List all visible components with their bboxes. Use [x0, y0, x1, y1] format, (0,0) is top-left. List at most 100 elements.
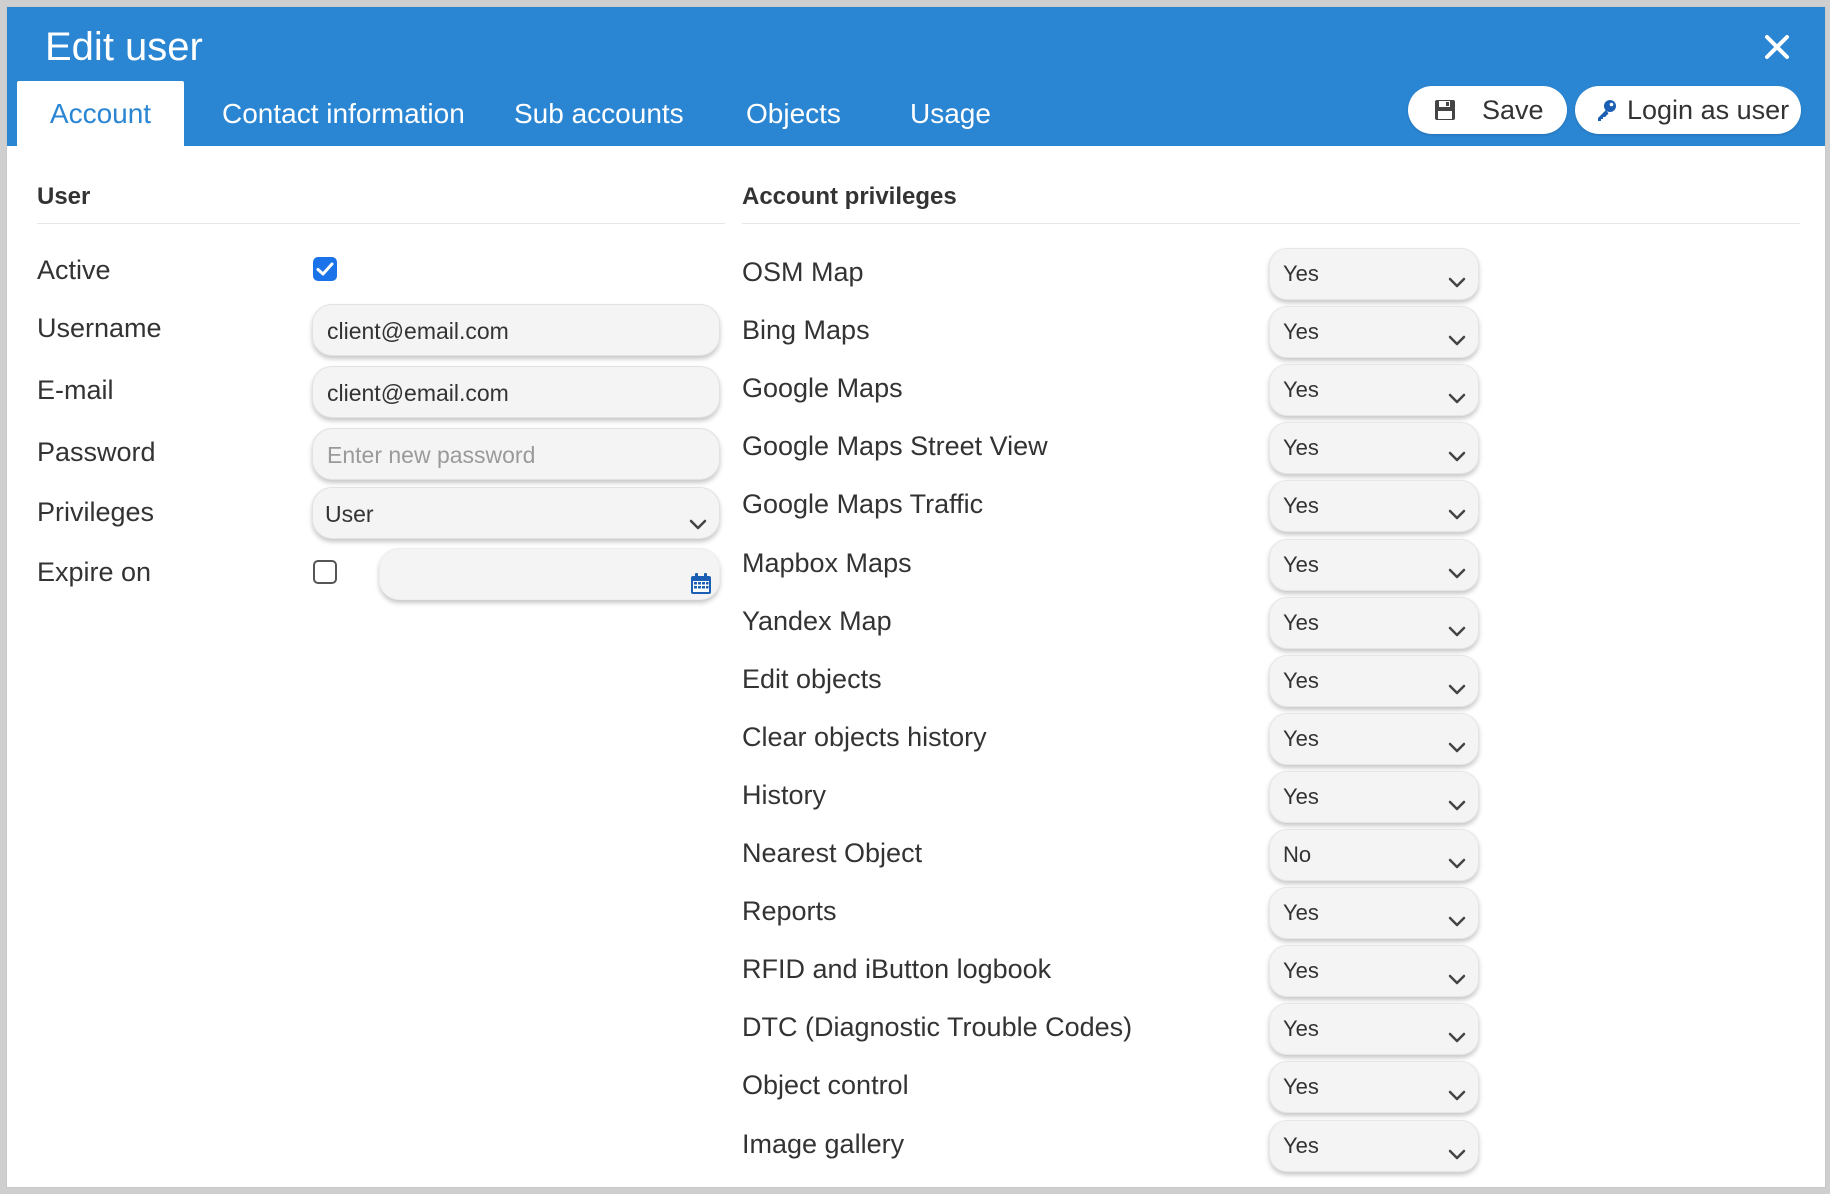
chevron-down-icon [1446, 669, 1468, 719]
privilege-select-google-maps[interactable]: Yes [1269, 364, 1479, 416]
username-input[interactable] [325, 317, 709, 346]
chevron-down-icon [687, 502, 709, 554]
privilege-label-history: History [742, 780, 827, 810]
account-privileges-title: Account privileges [742, 183, 957, 210]
privilege-label-image-gallery: Image gallery [742, 1129, 905, 1159]
chevron-down-icon [1446, 320, 1468, 370]
privilege-label-bing-maps: Bing Maps [742, 315, 870, 345]
privilege-select-edit-objects[interactable]: Yes [1269, 655, 1479, 707]
dialog-header: Edit user Account Contact information Su… [7, 7, 1825, 147]
privilege-select-value: Yes [1283, 435, 1319, 460]
tab-usage[interactable]: Usage [910, 81, 991, 147]
email-label: E-mail [37, 375, 114, 405]
privilege-label-google-maps-traffic: Google Maps Traffic [742, 489, 984, 519]
active-checkbox[interactable] [313, 257, 337, 281]
tab-objects[interactable]: Objects [746, 81, 841, 147]
tab-account[interactable]: Account [17, 81, 184, 147]
dialog-title: Edit user [45, 25, 203, 69]
email-field[interactable] [312, 366, 720, 418]
privilege-select-value: No [1283, 842, 1312, 867]
password-field[interactable] [312, 428, 720, 480]
privilege-label-object-control: Object control [742, 1070, 909, 1100]
login-as-user-button[interactable]: Login as user [1575, 86, 1801, 134]
privilege-select-rfid-and-ibutton-logbook[interactable]: Yes [1269, 945, 1479, 997]
privilege-select-google-maps-street-view[interactable]: Yes [1269, 422, 1479, 474]
privilege-select-dtc-diagnostic-trouble-codes[interactable]: Yes [1269, 1003, 1479, 1055]
privilege-select-value: Yes [1283, 726, 1319, 751]
calendar-icon[interactable] [689, 562, 713, 614]
privilege-select-value: Yes [1283, 493, 1319, 518]
privileges-label: Privileges [37, 497, 155, 527]
save-button[interactable]: Save [1408, 86, 1567, 134]
privilege-label-nearest-object: Nearest Object [742, 838, 923, 868]
privilege-select-bing-maps[interactable]: Yes [1269, 306, 1479, 358]
privilege-select-value: Yes [1283, 1074, 1319, 1099]
chevron-down-icon [1446, 553, 1468, 603]
user-section-divider [37, 223, 725, 224]
privilege-label-clear-objects-history: Clear objects history [742, 722, 987, 752]
user-section-title: User [37, 183, 91, 210]
privilege-select-value: Yes [1283, 1016, 1319, 1041]
expire-on-label: Expire on [37, 557, 152, 587]
privilege-select-value: Yes [1283, 900, 1319, 925]
tab-sub-accounts[interactable]: Sub accounts [514, 81, 684, 147]
privilege-select-osm-map[interactable]: Yes [1269, 248, 1479, 300]
privilege-select-value: Yes [1283, 552, 1319, 577]
active-label: Active [37, 255, 111, 285]
tab-contact-information[interactable]: Contact information [222, 81, 465, 147]
privilege-label-reports: Reports [742, 896, 837, 926]
chevron-down-icon [1446, 611, 1468, 661]
key-icon [1595, 98, 1619, 122]
username-field[interactable] [312, 304, 720, 356]
privilege-label-mapbox-maps: Mapbox Maps [742, 548, 912, 578]
chevron-down-icon [1446, 901, 1468, 951]
privilege-select-value: Yes [1283, 377, 1319, 402]
privilege-select-value: Yes [1283, 958, 1319, 983]
chevron-down-icon [1446, 1134, 1468, 1184]
privilege-label-dtc-diagnostic-trouble-codes: DTC (Diagnostic Trouble Codes) [742, 1012, 1133, 1042]
expire-on-checkbox[interactable] [313, 560, 337, 584]
chevron-down-icon [1446, 727, 1468, 777]
privilege-select-yandex-map[interactable]: Yes [1269, 597, 1479, 649]
chevron-down-icon [1446, 959, 1468, 1009]
privilege-select-value: Yes [1283, 784, 1319, 809]
privilege-label-google-maps-street-view: Google Maps Street View [742, 431, 1048, 461]
privilege-label-osm-map: OSM Map [742, 257, 864, 287]
email-input[interactable] [325, 379, 709, 408]
chevron-down-icon [1446, 378, 1468, 428]
chevron-down-icon [1446, 1017, 1468, 1067]
close-icon[interactable] [1757, 27, 1797, 67]
privilege-select-value: Yes [1283, 1133, 1319, 1158]
expire-date-field[interactable] [379, 548, 720, 600]
privilege-select-value: Yes [1283, 261, 1319, 286]
privilege-select-value: Yes [1283, 319, 1319, 344]
privileges-section-divider [742, 223, 1800, 224]
login-as-user-label: Login as user [1627, 94, 1790, 125]
privilege-select-object-control[interactable]: Yes [1269, 1061, 1479, 1113]
privilege-select-image-gallery[interactable]: Yes [1269, 1120, 1479, 1172]
chevron-down-icon [1446, 436, 1468, 486]
chevron-down-icon [1446, 494, 1468, 544]
chevron-down-icon [1446, 262, 1468, 312]
privilege-select-mapbox-maps[interactable]: Yes [1269, 539, 1479, 591]
privilege-select-value: Yes [1283, 610, 1319, 635]
chevron-down-icon [1446, 1075, 1468, 1125]
privilege-select-google-maps-traffic[interactable]: Yes [1269, 480, 1479, 532]
privilege-label-edit-objects: Edit objects [742, 664, 882, 694]
privilege-label-yandex-map: Yandex Map [742, 606, 892, 636]
chevron-down-icon [1446, 785, 1468, 835]
privilege-select-nearest-object[interactable]: No [1269, 829, 1479, 881]
privilege-label-rfid-and-ibutton-logbook: RFID and iButton logbook [742, 954, 1052, 984]
privilege-select-history[interactable]: Yes [1269, 771, 1479, 823]
privilege-select-value: Yes [1283, 668, 1319, 693]
edit-user-dialog: Edit user Account Contact information Su… [6, 6, 1826, 1188]
floppy-disk-icon [1434, 99, 1456, 121]
privilege-select-reports[interactable]: Yes [1269, 887, 1479, 939]
chevron-down-icon [1446, 843, 1468, 893]
username-label: Username [37, 313, 162, 343]
privileges-select-value: User [325, 501, 374, 527]
privileges-select[interactable]: User [312, 487, 720, 539]
password-input[interactable] [325, 441, 709, 470]
privilege-select-clear-objects-history[interactable]: Yes [1269, 713, 1479, 765]
password-label: Password [37, 437, 156, 467]
